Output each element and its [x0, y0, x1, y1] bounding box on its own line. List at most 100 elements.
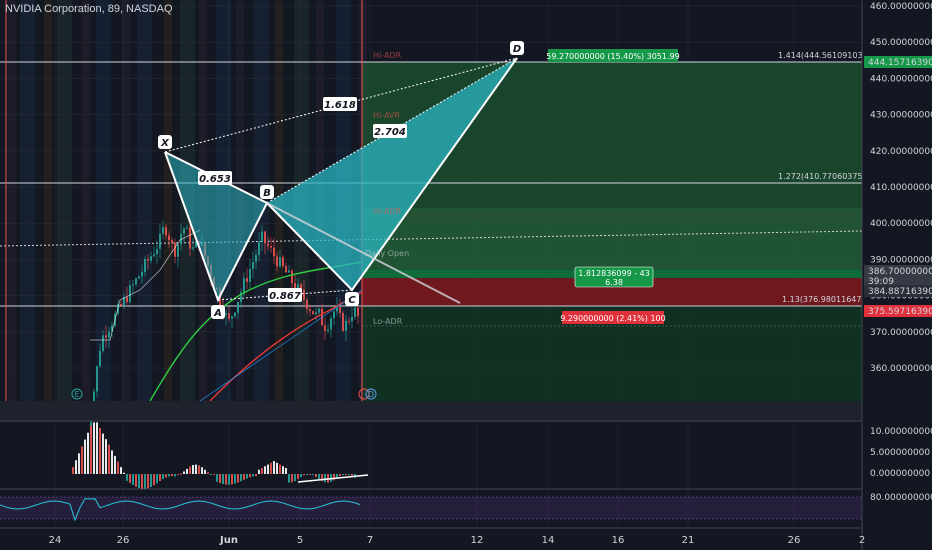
osc-bar — [324, 474, 326, 483]
candle-body — [330, 318, 332, 330]
osc-bar — [207, 472, 209, 474]
svg-text:B: B — [263, 188, 271, 199]
session-stripe — [164, 0, 172, 401]
candle-body — [324, 325, 326, 331]
osc-bar — [351, 474, 353, 476]
time-label-21: 21 — [682, 535, 695, 546]
candle-body — [318, 308, 320, 313]
candle-body — [186, 227, 188, 229]
osc-bar — [234, 474, 236, 484]
candle-body — [132, 284, 134, 286]
candle-body — [327, 329, 329, 331]
osc-bar — [261, 467, 263, 474]
svg-text:1.812836099 - 43: 1.812836099 - 43 — [578, 269, 650, 278]
candle-body — [309, 309, 311, 311]
osc-bar — [270, 462, 272, 474]
candle-body — [108, 331, 110, 338]
price-tick: 420.000000000 — [870, 147, 932, 157]
candle-body — [171, 240, 173, 243]
svg-text:1.618: 1.618 — [324, 100, 356, 111]
candle-body — [99, 350, 101, 367]
profit-tag[interactable]: 59.270000000 (15.40%) 3051.99 — [546, 49, 680, 62]
fib-113-label: 1.13(376.980116475) — [782, 295, 870, 304]
osc-bar — [87, 432, 89, 474]
ratio-label-0653: 0.653 — [198, 171, 232, 185]
osc-bar — [72, 467, 74, 474]
osc-bar — [258, 469, 260, 474]
candle-body — [255, 254, 257, 262]
osc-bar — [114, 455, 116, 474]
time-label-14: 14 — [542, 535, 555, 546]
candle-body — [264, 231, 266, 244]
point-x-label[interactable]: X — [158, 135, 172, 149]
candle-body — [129, 285, 131, 302]
candle-body — [105, 335, 107, 338]
osc-bar — [264, 466, 266, 474]
candle-body — [174, 242, 176, 257]
osc-bar — [192, 464, 194, 474]
point-d-label[interactable]: D — [510, 41, 524, 55]
ratio-label-1618: 1.618 — [323, 97, 357, 111]
candle-body — [165, 227, 167, 236]
svg-text:X: X — [160, 138, 170, 149]
osc-bar — [273, 461, 275, 474]
candle-body — [246, 278, 248, 282]
osc-bar — [117, 461, 119, 474]
rsi-tick-80: 80.000000000 — [870, 493, 932, 503]
candle-body — [252, 261, 254, 269]
time-label-12: 12 — [471, 535, 484, 546]
fib-1414-label: 1.414(444.561091039) — [778, 51, 871, 60]
osc-bar — [174, 474, 176, 477]
osc-bar — [159, 474, 161, 482]
osc-bar — [126, 474, 128, 481]
price-tick: 450.000000000 — [870, 38, 932, 48]
osc-bar — [255, 474, 257, 477]
osc-bar — [198, 465, 200, 474]
osc-bar — [246, 474, 248, 479]
time-label-26: 26 — [117, 535, 130, 546]
chart-canvas[interactable]: X A B C D 1.618 2.704 0.653 0.867 1.414(… — [0, 0, 932, 550]
current-price-tag: 386.700000000 39:09 — [864, 265, 932, 287]
candle-body — [273, 247, 275, 257]
candle-body — [249, 268, 251, 282]
daily-open-label: Daily Open — [365, 249, 409, 258]
candle-body — [285, 265, 287, 273]
candle-body — [306, 299, 308, 310]
session-stripe — [137, 0, 152, 401]
osc-bar — [288, 474, 290, 483]
candle-body — [354, 307, 356, 317]
time-label-jun: Jun — [219, 535, 238, 546]
rsi-band — [0, 497, 862, 519]
candle-body — [189, 227, 191, 249]
point-c-label[interactable]: C — [345, 292, 359, 306]
candle-body — [303, 289, 305, 300]
point-b-label[interactable]: B — [260, 185, 274, 199]
osc-bar — [180, 473, 182, 475]
price-tick: 460.000000000 — [870, 2, 932, 12]
osc-bar — [81, 446, 83, 474]
osc-bar — [108, 444, 110, 474]
osc-bar — [210, 474, 212, 475]
candle-body — [183, 228, 185, 234]
svg-text:6.38: 6.38 — [605, 278, 623, 287]
candle-body — [96, 366, 98, 392]
osc-bar — [141, 474, 143, 489]
volume-pane-gap — [0, 401, 862, 421]
osc-bar — [345, 474, 347, 475]
risk-reward-box[interactable]: 1.812836099 - 43 6.38 — [574, 266, 654, 288]
osc-bar — [237, 474, 239, 483]
osc-bar — [216, 474, 218, 482]
svg-text:444.157163901: 444.157163901 — [868, 58, 932, 68]
price-tick: 410.000000000 — [870, 183, 932, 193]
time-label-7: 7 — [367, 535, 373, 546]
point-a-label[interactable]: A — [211, 305, 225, 319]
osc-bar — [303, 474, 305, 476]
price-tick: 440.000000000 — [870, 74, 932, 84]
hi-avr-label: Hi-AVR — [373, 111, 400, 120]
osc-bar — [156, 474, 158, 484]
osc-bar — [300, 474, 302, 478]
session-stripe — [82, 0, 90, 401]
loss-tag[interactable]: 9.290000000 (2.41%) 100 — [560, 311, 666, 324]
osc-bar — [219, 474, 221, 483]
osc-bar — [315, 474, 317, 477]
